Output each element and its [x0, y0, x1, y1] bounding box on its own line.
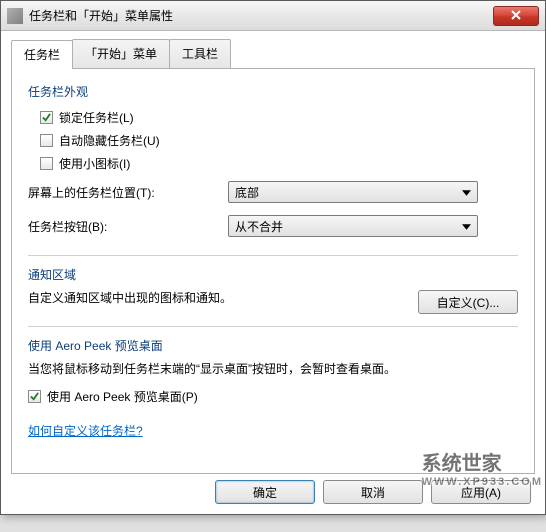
checkbox-label: 锁定任务栏(L) — [59, 109, 134, 126]
checkbox-icon — [40, 134, 53, 147]
dropdown-taskbar-buttons[interactable]: 从不合并 — [228, 215, 478, 237]
tab-toolbars[interactable]: 工具栏 — [169, 39, 231, 68]
checkbox-small-icons[interactable]: 使用小图标(I) — [28, 152, 518, 175]
chevron-down-icon — [462, 219, 471, 233]
checkbox-lock-taskbar[interactable]: 锁定任务栏(L) — [28, 106, 518, 129]
group-aeropeek: 使用 Aero Peek 预览桌面 当您将鼠标移动到任务栏末端的“显示桌面”按钮… — [28, 337, 518, 408]
titlebar: 任务栏和「开始」菜单属性 — [1, 1, 545, 31]
divider — [28, 255, 518, 256]
dropdown-value: 底部 — [235, 184, 259, 201]
checkbox-label: 使用小图标(I) — [59, 155, 130, 172]
chevron-down-icon — [462, 185, 471, 199]
tab-startmenu[interactable]: 「开始」菜单 — [72, 39, 170, 68]
divider — [28, 326, 518, 327]
dialog-footer: 确定 取消 应用(A) — [215, 480, 531, 504]
checkbox-autohide[interactable]: 自动隐藏任务栏(U) — [28, 129, 518, 152]
tab-panel-taskbar: 任务栏外观 锁定任务栏(L) 自动隐藏任务栏(U) 使用小图标(I) 屏幕上的任… — [11, 68, 535, 474]
checkbox-icon — [40, 157, 53, 170]
dialog-body: 任务栏 「开始」菜单 工具栏 任务栏外观 锁定任务栏(L) 自动隐藏任务栏(U)… — [1, 31, 545, 484]
tab-taskbar[interactable]: 任务栏 — [11, 40, 73, 69]
row-taskbar-buttons: 任务栏按钮(B): 从不合并 — [28, 209, 518, 243]
tab-strip: 任务栏 「开始」菜单 工具栏 — [11, 39, 535, 68]
checkbox-aeropeek[interactable]: 使用 Aero Peek 预览桌面(P) — [28, 385, 518, 408]
ok-button[interactable]: 确定 — [215, 480, 315, 504]
label-taskbar-buttons: 任务栏按钮(B): — [28, 218, 228, 235]
dropdown-taskbar-position[interactable]: 底部 — [228, 181, 478, 203]
group-title-appearance: 任务栏外观 — [28, 83, 518, 100]
checkbox-icon — [40, 111, 53, 124]
group-notification: 通知区域 自定义通知区域中出现的图标和通知。 自定义(C)... — [28, 266, 518, 314]
checkbox-icon — [28, 390, 41, 403]
dialog-window: 任务栏和「开始」菜单属性 任务栏 「开始」菜单 工具栏 任务栏外观 锁定任务栏(… — [0, 0, 546, 515]
label-taskbar-position: 屏幕上的任务栏位置(T): — [28, 184, 228, 201]
window-title: 任务栏和「开始」菜单属性 — [29, 7, 173, 24]
close-icon — [511, 9, 521, 23]
checkbox-label: 使用 Aero Peek 预览桌面(P) — [47, 388, 198, 405]
cancel-button[interactable]: 取消 — [323, 480, 423, 504]
help-link[interactable]: 如何自定义该任务栏? — [28, 424, 143, 438]
row-taskbar-position: 屏幕上的任务栏位置(T): 底部 — [28, 175, 518, 209]
customize-button[interactable]: 自定义(C)... — [418, 290, 518, 314]
group-title-notification: 通知区域 — [28, 266, 518, 283]
group-appearance: 任务栏外观 锁定任务栏(L) 自动隐藏任务栏(U) 使用小图标(I) 屏幕上的任… — [28, 83, 518, 243]
dropdown-value: 从不合并 — [235, 218, 283, 235]
aeropeek-description: 当您将鼠标移动到任务栏末端的“显示桌面”按钮时，会暂时查看桌面。 — [28, 360, 518, 379]
group-title-aeropeek: 使用 Aero Peek 预览桌面 — [28, 337, 518, 354]
apply-button[interactable]: 应用(A) — [431, 480, 531, 504]
close-button[interactable] — [493, 6, 539, 26]
checkbox-label: 自动隐藏任务栏(U) — [59, 132, 160, 149]
app-icon — [7, 8, 23, 24]
